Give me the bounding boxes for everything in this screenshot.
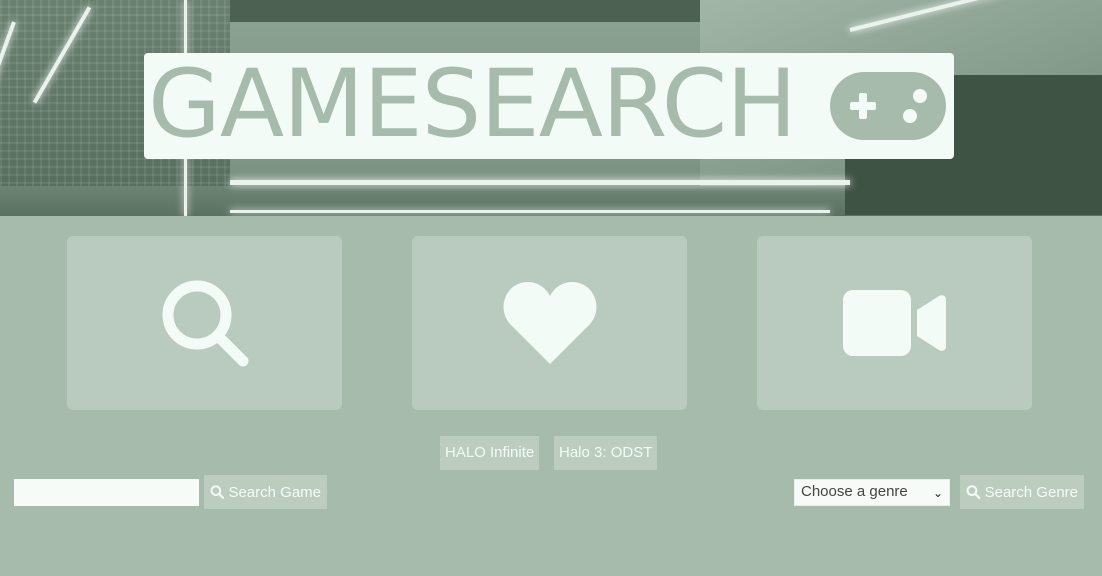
genre-select[interactable]: Choose a genre ⌄ bbox=[794, 479, 950, 506]
video-camera-icon bbox=[842, 290, 946, 356]
videos-tile[interactable] bbox=[757, 236, 1032, 410]
recent-search-chip[interactable]: Halo 3: ODST bbox=[554, 436, 658, 470]
search-genre-button[interactable]: Search Genre bbox=[960, 475, 1084, 509]
hero-ceiling bbox=[230, 0, 710, 22]
site-logo[interactable]: GAMESEARCH bbox=[148, 52, 797, 158]
neon-strip bbox=[230, 210, 830, 213]
search-game-label: Search Game bbox=[228, 483, 321, 501]
heart-icon bbox=[503, 282, 596, 364]
search-icon bbox=[966, 485, 981, 500]
recent-search-chip[interactable]: HALO Infinite bbox=[440, 436, 540, 470]
gamepad-icon bbox=[830, 72, 946, 140]
search-game-button[interactable]: Search Game bbox=[204, 475, 327, 509]
neon-strip bbox=[230, 180, 850, 185]
chevron-down-icon: ⌄ bbox=[932, 486, 943, 500]
search-icon bbox=[162, 280, 248, 367]
game-search-input[interactable] bbox=[14, 479, 199, 506]
favorites-tile[interactable] bbox=[412, 236, 687, 410]
genre-select-value: Choose a genre bbox=[801, 483, 908, 500]
search-tile[interactable] bbox=[67, 236, 342, 410]
search-icon bbox=[210, 485, 225, 499]
search-genre-label: Search Genre bbox=[984, 483, 1078, 501]
